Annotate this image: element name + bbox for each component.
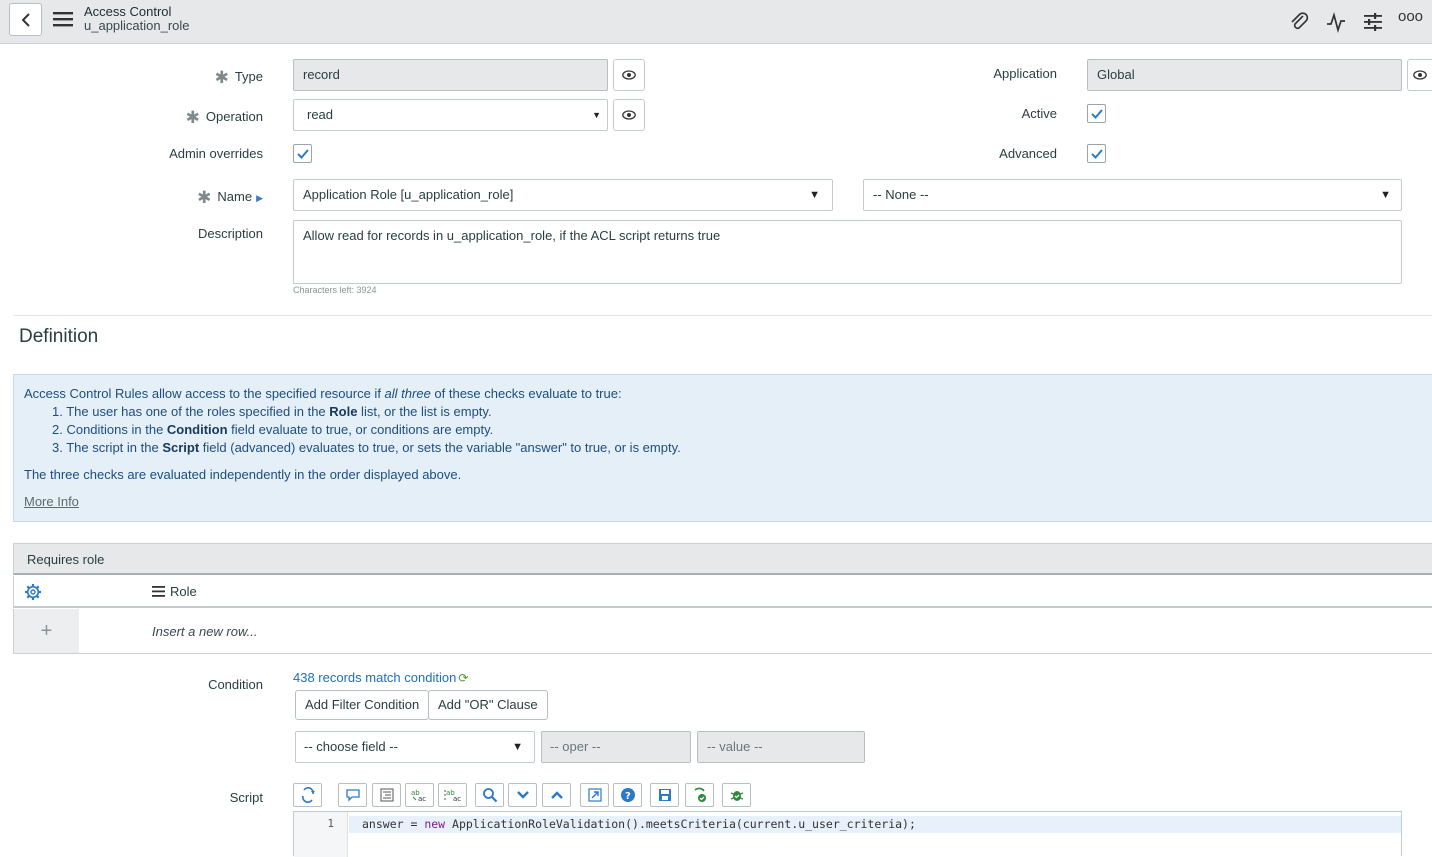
definition-item-2: 2. Conditions in the Condition field eva…	[52, 422, 494, 437]
eye-icon	[622, 110, 636, 120]
refresh-icon[interactable]: ⟳	[458, 671, 468, 685]
activity-pulse-icon[interactable]	[1324, 10, 1348, 34]
description-textarea[interactable]: Allow read for records in u_application_…	[293, 220, 1402, 284]
script-debugger-icon[interactable]	[685, 783, 714, 807]
page-title: Access Control	[84, 4, 172, 19]
add-filter-condition-button[interactable]: Add Filter Condition	[295, 690, 430, 720]
condition-label: Condition	[208, 677, 263, 692]
name-table-select[interactable]: Application Role [u_application_role] ▼	[293, 179, 833, 211]
script-editor[interactable]: 1 answer = new ApplicationRoleValidation…	[293, 811, 1402, 857]
active-checkbox[interactable]	[1087, 104, 1106, 123]
definition-item-1: 1. The user has one of the roles specifi…	[52, 404, 492, 419]
comment-icon[interactable]	[338, 783, 367, 807]
back-button[interactable]	[9, 3, 42, 36]
line-number: 1	[327, 817, 334, 830]
required-asterisk-icon: ✱	[214, 68, 229, 87]
name-label: ✱ Name ▶	[197, 188, 263, 207]
operation-value: read	[307, 107, 334, 122]
paperclip-icon[interactable]	[1287, 10, 1311, 34]
save-icon[interactable]	[650, 783, 679, 807]
checkmark-icon	[1090, 108, 1103, 119]
required-asterisk-icon: ✱	[197, 188, 212, 207]
type-preview-button[interactable]	[613, 59, 645, 91]
name-field-value: -- None --	[873, 187, 929, 202]
active-label: Active	[1021, 106, 1057, 121]
operation-label: ✱ Operation	[185, 108, 263, 127]
admin-overrides-label: Admin overrides	[169, 146, 263, 161]
column-menu-icon[interactable]	[152, 585, 165, 600]
search-icon[interactable]	[475, 783, 504, 807]
svg-text:ac: ac	[418, 795, 426, 802]
find-next-icon[interactable]	[508, 783, 537, 807]
add-or-clause-button[interactable]: Add "OR" Clause	[428, 690, 548, 720]
dropdown-arrow-icon: ▼	[592, 110, 601, 120]
code-line[interactable]: answer = new ApplicationRoleValidation()…	[349, 816, 1401, 833]
description-label: Description	[197, 226, 263, 241]
roles-insert-row[interactable]: + Insert a new row...	[13, 609, 1432, 654]
replace-all-icon[interactable]: ab ac	[438, 783, 467, 807]
replace-icon[interactable]: ab ac	[405, 783, 434, 807]
eye-icon	[622, 70, 636, 80]
requires-role-header: Requires role	[13, 543, 1432, 575]
bug-check-icon[interactable]	[722, 783, 751, 807]
application-label: Application	[993, 66, 1057, 81]
required-asterisk-icon: ✱	[185, 108, 200, 127]
dropdown-arrow-icon: ▼	[809, 189, 820, 201]
name-field-select[interactable]: -- None -- ▼	[863, 179, 1402, 211]
find-previous-icon[interactable]	[542, 783, 571, 807]
form-header: Access Control u_application_role ooo	[0, 0, 1432, 44]
more-info-link[interactable]: More Info	[24, 494, 79, 509]
checkmark-icon	[1090, 148, 1103, 159]
insert-new-row-text[interactable]: Insert a new row...	[152, 624, 258, 639]
application-field[interactable]: Global	[1087, 59, 1402, 91]
gear-icon[interactable]	[24, 583, 42, 604]
advanced-checkbox[interactable]	[1087, 144, 1106, 163]
sliders-icon[interactable]	[1361, 10, 1385, 34]
choose-field-select[interactable]: -- choose field -- ▼	[295, 731, 535, 763]
toggle-syntax-icon[interactable]	[293, 783, 322, 807]
characters-left-note: Characters left: 3924	[293, 285, 377, 295]
fullscreen-icon[interactable]	[580, 783, 609, 807]
definition-section-title: Definition	[19, 326, 99, 347]
reference-arrow-icon[interactable]: ▶	[256, 193, 263, 203]
plus-icon[interactable]: +	[14, 609, 79, 653]
definition-footer: The three checks are evaluated independe…	[24, 467, 462, 482]
choose-field-value: -- choose field --	[304, 739, 398, 754]
type-label: ✱ Type	[214, 68, 263, 87]
checkmark-icon	[296, 148, 309, 159]
page-subtitle: u_application_role	[84, 18, 190, 33]
name-table-value: Application Role [u_application_role]	[303, 187, 514, 202]
eye-icon	[1413, 70, 1427, 80]
script-label: Script	[229, 790, 263, 805]
admin-overrides-checkbox[interactable]	[293, 144, 312, 163]
format-code-icon[interactable]	[372, 783, 401, 807]
definition-item-3: 3. The script in the Script field (advan…	[52, 440, 681, 455]
operation-preview-button[interactable]	[613, 99, 645, 131]
definition-info-box: Access Control Rules allow access to the…	[13, 374, 1432, 522]
roles-column-row: Role	[13, 576, 1432, 608]
editor-gutter: 1	[294, 812, 348, 857]
svg-text:ac: ac	[453, 795, 461, 802]
dropdown-arrow-icon: ▼	[512, 741, 523, 753]
chevron-left-icon	[21, 12, 30, 27]
role-column-header[interactable]: Role	[170, 584, 197, 599]
help-icon[interactable]: ?	[613, 783, 642, 807]
section-divider	[13, 315, 1432, 316]
records-match-link[interactable]: 438 records match condition ⟳	[293, 670, 468, 685]
dropdown-arrow-icon: ▼	[1380, 189, 1391, 201]
application-preview-button[interactable]	[1407, 59, 1432, 91]
value-input[interactable]: -- value --	[697, 731, 865, 763]
hamburger-menu-icon[interactable]	[53, 11, 73, 30]
more-options-icon[interactable]: ooo	[1398, 8, 1423, 25]
type-field[interactable]: record	[293, 59, 608, 91]
svg-text:?: ?	[625, 791, 631, 802]
operation-select[interactable]: read ▼	[293, 99, 608, 131]
advanced-label: Advanced	[999, 146, 1057, 161]
definition-intro: Access Control Rules allow access to the…	[24, 386, 622, 401]
operator-select[interactable]: -- oper --	[541, 731, 691, 763]
